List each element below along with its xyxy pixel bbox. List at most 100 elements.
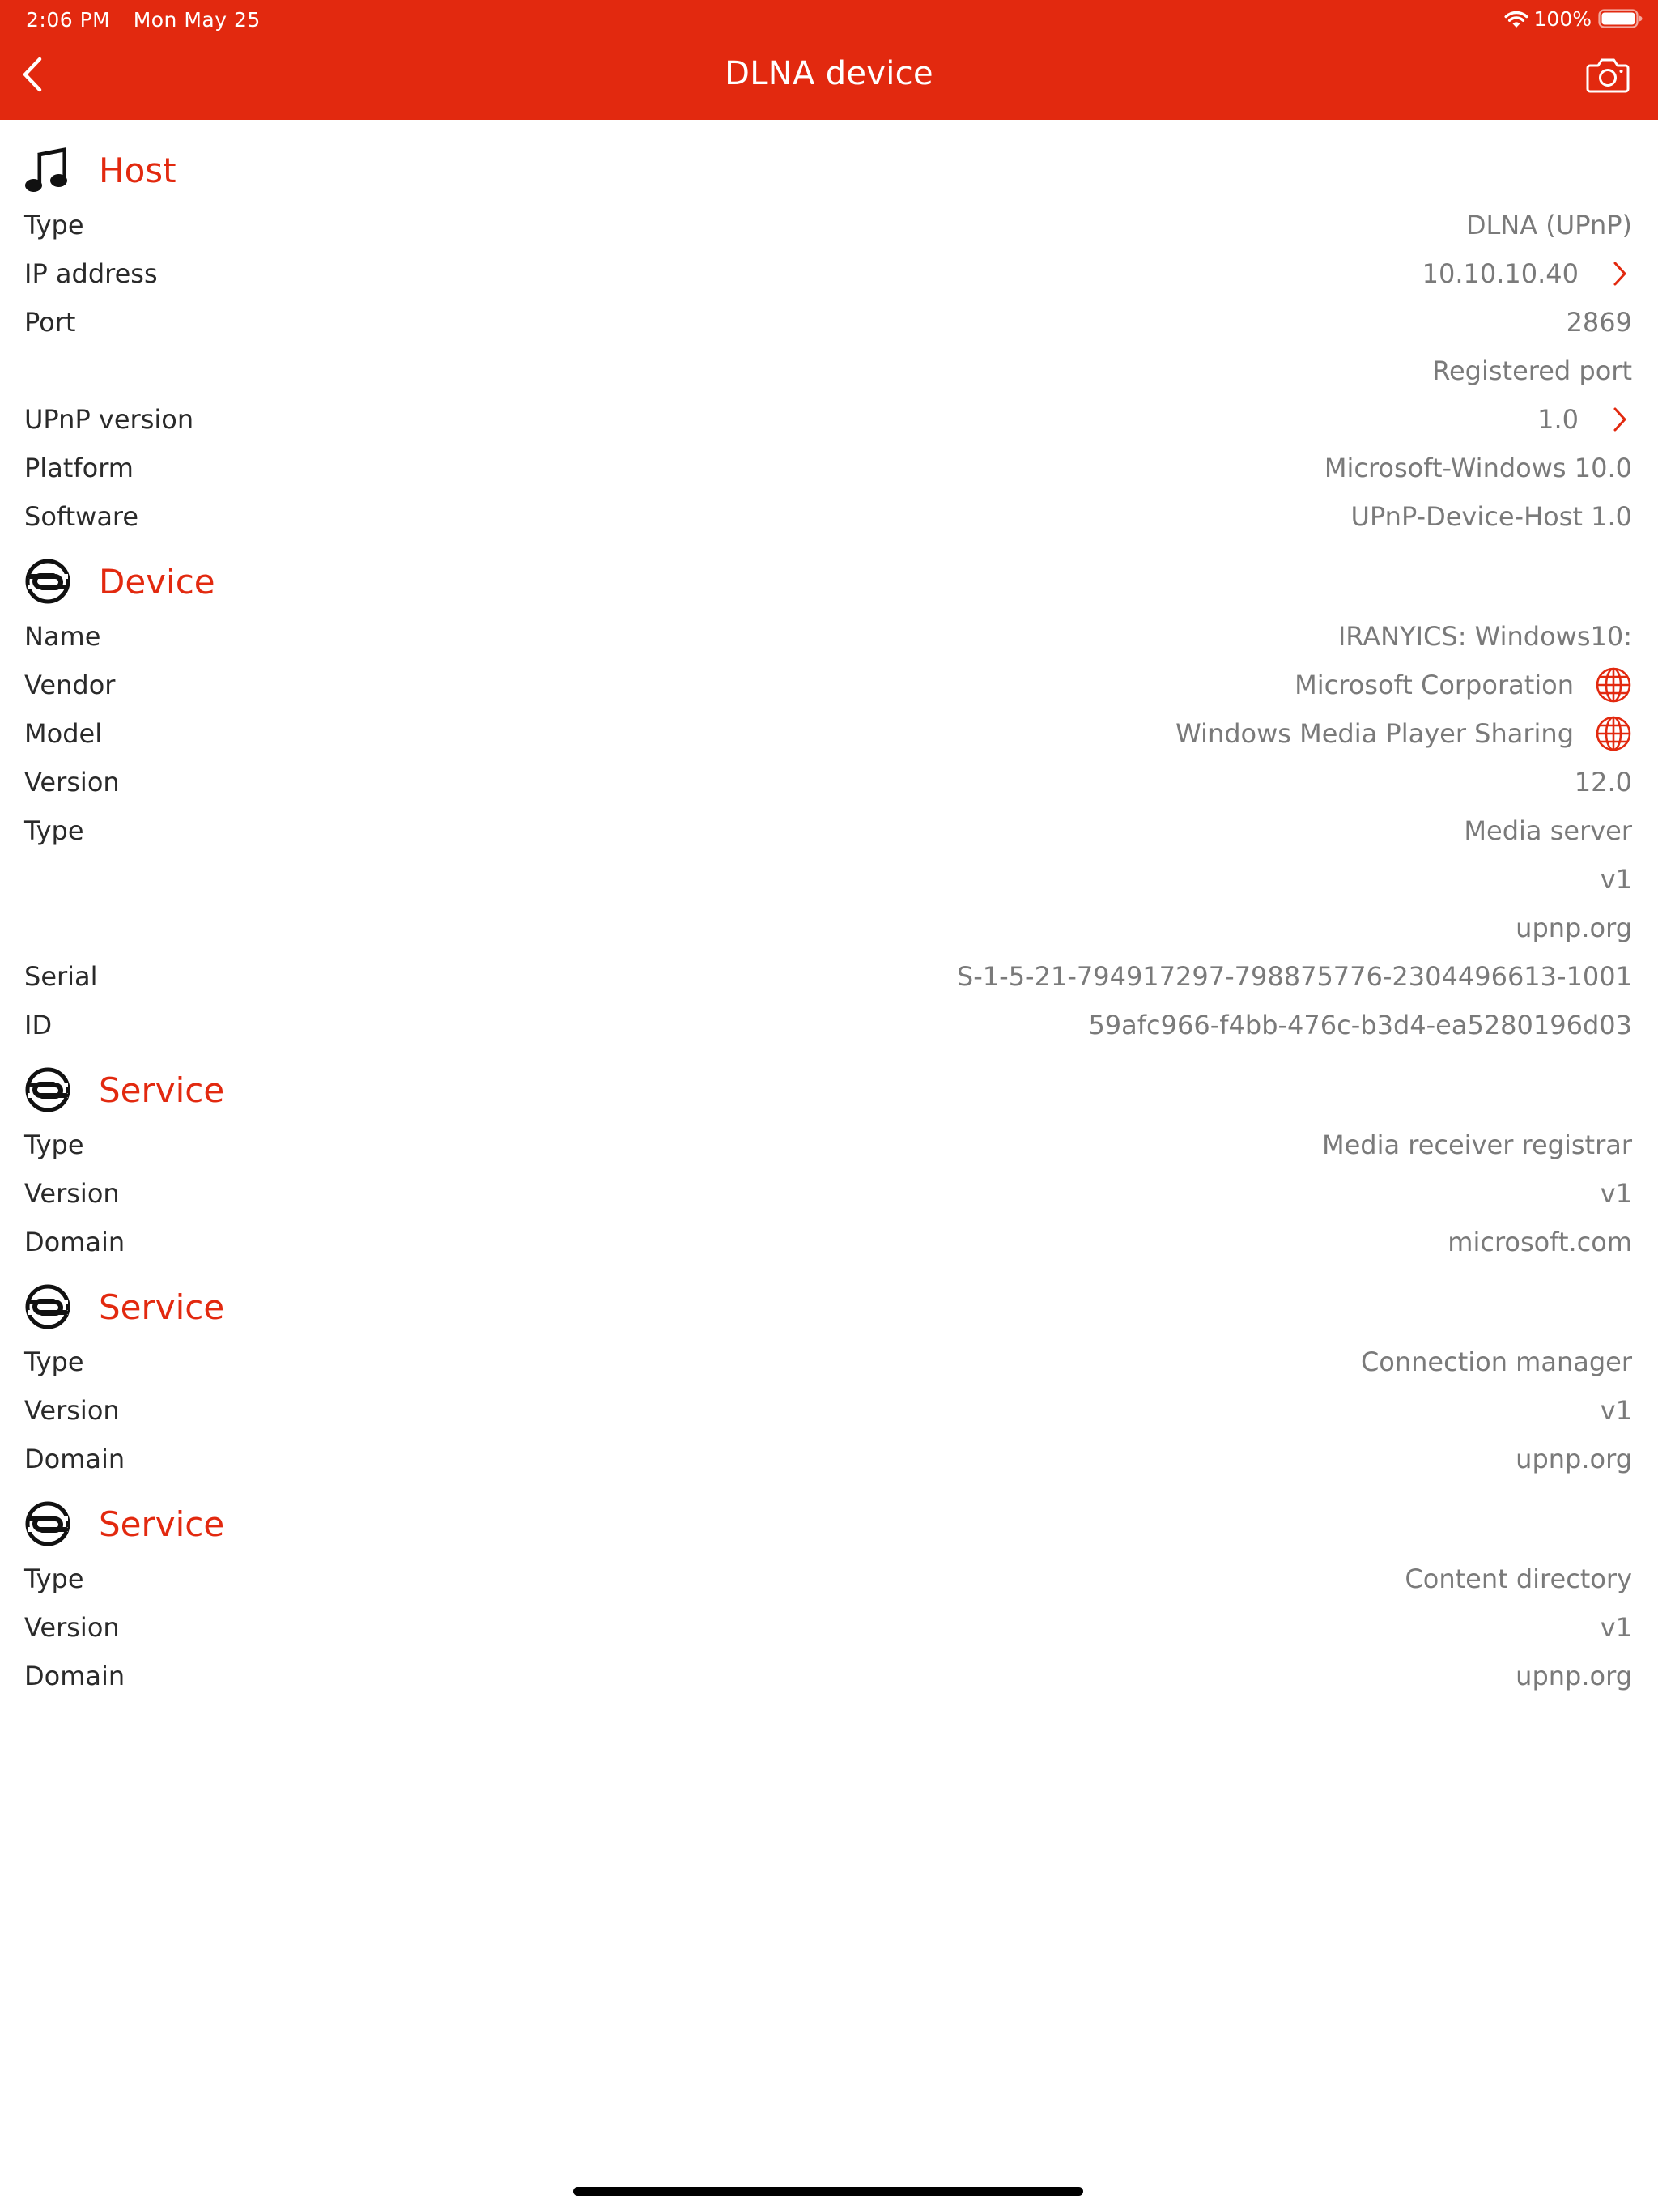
- wifi-icon: [1503, 8, 1529, 29]
- detail-row: Domain upnp.org: [0, 1435, 1658, 1483]
- row-label: UPnP version: [24, 404, 194, 435]
- row-value-group: Windows Media Player Sharing: [1175, 715, 1632, 752]
- detail-row: v1: [0, 855, 1658, 904]
- detail-row: Domain upnp.org: [0, 1652, 1658, 1700]
- row-label: ID: [24, 1010, 53, 1040]
- row-label: Type: [24, 1129, 84, 1160]
- row-value: 2869: [1566, 307, 1632, 338]
- row-value: Microsoft-Windows 10.0: [1324, 453, 1632, 483]
- row-value-group: upnp.org: [1516, 1444, 1632, 1474]
- section-header-device: Device: [0, 551, 1658, 612]
- row-value-group: upnp.org: [1516, 1661, 1632, 1691]
- row-label: IP address: [24, 258, 158, 289]
- row-value: upnp.org: [1516, 1444, 1632, 1474]
- detail-row: Serial S-1-5-21-794917297-798875776-23044…: [0, 952, 1658, 1001]
- detail-row: Registered port: [0, 347, 1658, 395]
- row-label: Software: [24, 501, 139, 532]
- row-value-group: Registered port: [1432, 355, 1632, 386]
- row-value: Content directory: [1405, 1563, 1632, 1594]
- row-value: v1: [1600, 1395, 1632, 1426]
- chevron-right-icon[interactable]: [1608, 401, 1632, 438]
- row-value-group: 1.0: [1537, 401, 1632, 438]
- detail-row: Type Media server: [0, 806, 1658, 855]
- upnp-link-icon: [24, 1063, 74, 1117]
- row-value: upnp.org: [1516, 1661, 1632, 1691]
- row-value: Media receiver registrar: [1321, 1129, 1632, 1160]
- detail-row: Port 2869: [0, 298, 1658, 347]
- row-label: Version: [24, 767, 120, 798]
- row-label: Version: [24, 1395, 120, 1426]
- row-value-group: Microsoft-Windows 10.0: [1324, 453, 1632, 483]
- section-header-service: Service: [0, 1493, 1658, 1555]
- section-title: Service: [99, 1070, 225, 1110]
- row-label: Domain: [24, 1227, 125, 1257]
- detail-row: Version v1: [0, 1386, 1658, 1435]
- detail-row[interactable]: IP address 10.10.10.40: [0, 249, 1658, 298]
- row-value: Media server: [1464, 815, 1632, 846]
- globe-icon[interactable]: [1595, 666, 1632, 704]
- detail-row[interactable]: Vendor Microsoft Corporation: [0, 661, 1658, 709]
- row-label: Type: [24, 815, 84, 846]
- globe-icon[interactable]: [1595, 715, 1632, 752]
- detail-row: upnp.org: [0, 904, 1658, 952]
- section-title: Service: [99, 1287, 225, 1327]
- row-value-group: Content directory: [1405, 1563, 1632, 1594]
- row-value: Windows Media Player Sharing: [1175, 718, 1574, 749]
- device-details: Host Type DLNA (UPnP) IP address 10.10.10.40…: [0, 139, 1658, 1710]
- row-label: Platform: [24, 453, 134, 483]
- row-label: Version: [24, 1612, 120, 1643]
- section-header-service: Service: [0, 1059, 1658, 1121]
- detail-row: Version 12.0: [0, 758, 1658, 806]
- screenshot-button[interactable]: [1584, 57, 1632, 97]
- detail-row: ID 59afc966-f4bb-476c-b3d4-ea5280196d03: [0, 1001, 1658, 1049]
- upnp-link-icon: [24, 555, 74, 608]
- battery-icon: [1598, 8, 1643, 29]
- row-value-group: 59afc966-f4bb-476c-b3d4-ea5280196d03: [1088, 1010, 1632, 1040]
- row-value: 59afc966-f4bb-476c-b3d4-ea5280196d03: [1088, 1010, 1632, 1040]
- row-label: Domain: [24, 1444, 125, 1474]
- row-value: UPnP-Device-Host 1.0: [1350, 501, 1632, 532]
- row-value: 12.0: [1574, 767, 1632, 798]
- section-title: Device: [99, 561, 215, 602]
- row-label: Domain: [24, 1661, 125, 1691]
- status-date: Mon May 25: [133, 8, 261, 32]
- row-value: Connection manager: [1360, 1346, 1632, 1377]
- row-label: Serial: [24, 961, 98, 992]
- row-value: S-1-5-21-794917297-798875776-2304496613-…: [956, 961, 1632, 992]
- detail-row[interactable]: Model Windows Media Player Sharing: [0, 709, 1658, 758]
- row-value: DLNA (UPnP): [1465, 210, 1632, 240]
- camera-icon: [1585, 57, 1630, 97]
- home-indicator[interactable]: [573, 2187, 1083, 2196]
- section-header-service: Service: [0, 1276, 1658, 1338]
- row-value-group: UPnP-Device-Host 1.0: [1351, 501, 1632, 532]
- row-value: Microsoft Corporation: [1295, 670, 1574, 700]
- row-value: Registered port: [1432, 355, 1632, 386]
- row-value-group: Media server: [1464, 815, 1632, 846]
- row-value-group: v1: [1601, 864, 1632, 895]
- row-value-group: microsoft.com: [1448, 1227, 1632, 1257]
- detail-row: Platform Microsoft-Windows 10.0: [0, 444, 1658, 492]
- detail-row: Name IRANYICS: Windows10:: [0, 612, 1658, 661]
- row-label: Type: [24, 1346, 84, 1377]
- detail-row[interactable]: UPnP version 1.0: [0, 395, 1658, 444]
- chevron-right-icon[interactable]: [1608, 255, 1632, 292]
- section-title: Service: [99, 1504, 225, 1544]
- detail-row: Type Connection manager: [0, 1338, 1658, 1386]
- detail-row: Type Content directory: [0, 1555, 1658, 1603]
- status-time: 2:06 PM: [26, 8, 111, 32]
- row-value-group: DLNA (UPnP): [1466, 210, 1632, 240]
- row-value-group: 12.0: [1575, 767, 1632, 798]
- row-value: 1.0: [1537, 404, 1579, 435]
- detail-row: Domain microsoft.com: [0, 1218, 1658, 1266]
- detail-row: Version v1: [0, 1169, 1658, 1218]
- row-label: Version: [24, 1178, 120, 1209]
- detail-row: Type DLNA (UPnP): [0, 201, 1658, 249]
- row-value-group: Connection manager: [1361, 1346, 1632, 1377]
- battery-percentage: 100%: [1533, 6, 1592, 31]
- row-value: v1: [1600, 1612, 1632, 1643]
- detail-row: Version v1: [0, 1603, 1658, 1652]
- page-title: DLNA device: [725, 55, 933, 92]
- row-value: upnp.org: [1516, 912, 1632, 943]
